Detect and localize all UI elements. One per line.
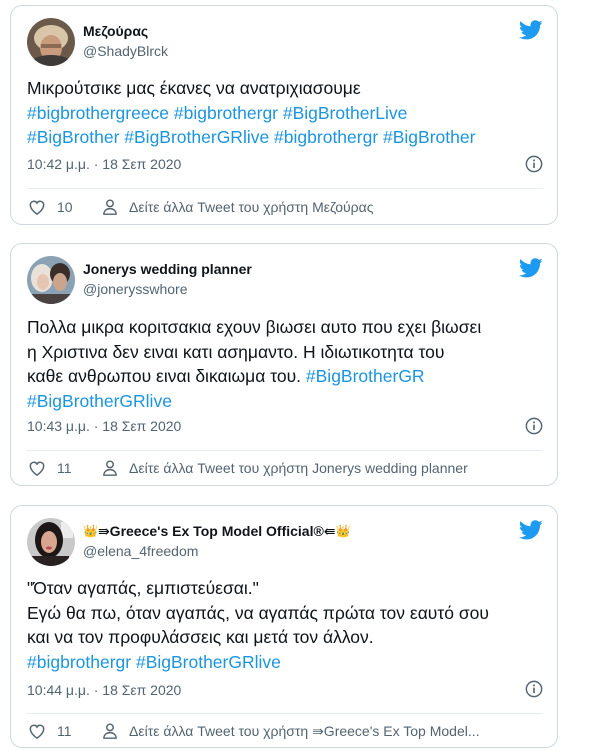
more-tweets-link[interactable]: Δείτε άλλα Tweet του χρήστη Μεζούρας: [129, 199, 373, 215]
author-handle[interactable]: @jonerysswhore: [83, 281, 187, 297]
like-count[interactable]: 11: [57, 460, 101, 476]
hashtag-link[interactable]: #BigBrother #BigBrotherGRlive #bigbrothe…: [27, 127, 475, 147]
author-handle[interactable]: @ShadyBlrck: [83, 43, 168, 59]
hashtag-link[interactable]: #bigbrothergr #BigBrotherGRlive: [27, 652, 281, 672]
author-name[interactable]: Jonerys wedding planner: [83, 261, 252, 277]
heart-icon[interactable]: [27, 721, 47, 741]
avatar[interactable]: [27, 18, 75, 66]
tweet-card[interactable]: Μεζούρας @ShadyBlrck Μικρούτσικε μας έκα…: [10, 5, 558, 225]
like-count[interactable]: 10: [57, 199, 101, 215]
author-handle[interactable]: @elena_4freedom: [83, 543, 198, 559]
tweet-card[interactable]: 👑⇛Greece's Ex Top Model Official®⇚👑 @ele…: [10, 505, 558, 748]
person-icon: [103, 199, 117, 215]
avatar[interactable]: [27, 256, 75, 304]
crown-icon: 👑: [83, 524, 98, 538]
tweet-text: "Όταν αγαπάς, εμπιστεύεσαι." Εγώ θα πω, …: [27, 578, 489, 672]
author-name[interactable]: Μεζούρας: [83, 23, 148, 39]
tweet-timestamp[interactable]: 10:43 μ.μ. · 18 Σεπ 2020: [27, 418, 181, 434]
heart-icon[interactable]: [27, 458, 47, 478]
info-icon[interactable]: [525, 417, 543, 435]
more-tweets-link[interactable]: Δείτε άλλα Tweet του χρήστη ⇛Greece's Ex…: [129, 723, 480, 740]
divider: [27, 450, 543, 451]
divider: [27, 188, 543, 189]
avatar[interactable]: [27, 518, 75, 566]
more-tweets-link[interactable]: Δείτε άλλα Tweet του χρήστη Jonerys wedd…: [129, 460, 468, 476]
tweet-card[interactable]: Jonerys wedding planner @jonerysswhore Π…: [10, 243, 558, 486]
like-count[interactable]: 11: [57, 723, 101, 739]
info-icon[interactable]: [525, 155, 543, 173]
tweet-timestamp[interactable]: 10:44 μ.μ. · 18 Σεπ 2020: [27, 682, 181, 698]
twitter-bird-icon[interactable]: [519, 518, 543, 542]
tweet-timestamp[interactable]: 10:42 μ.μ. · 18 Σεπ 2020: [27, 156, 181, 172]
crown-icon: 👑: [335, 524, 351, 538]
author-name[interactable]: 👑⇛Greece's Ex Top Model Official®⇚👑: [83, 523, 350, 540]
hashtag-link[interactable]: #BigBrotherGRlive: [27, 391, 172, 411]
twitter-bird-icon[interactable]: [519, 256, 543, 280]
person-icon: [103, 460, 117, 476]
heart-icon[interactable]: [27, 197, 47, 217]
divider: [27, 713, 543, 714]
tweet-text: Μικρούτσικε μας έκανες να ανατριχιασουμε…: [27, 78, 476, 147]
hashtag-link[interactable]: #BigBrotherGR: [306, 366, 425, 386]
twitter-bird-icon[interactable]: [519, 18, 543, 42]
tweet-text: Πολλα μικρα κοριτσακια εχουν βιωσει αυτο…: [27, 317, 482, 411]
info-icon[interactable]: [525, 680, 543, 698]
person-icon: [103, 723, 117, 739]
hashtag-link[interactable]: #bigbrothergreece #bigbrothergr #BigBrot…: [27, 103, 407, 123]
